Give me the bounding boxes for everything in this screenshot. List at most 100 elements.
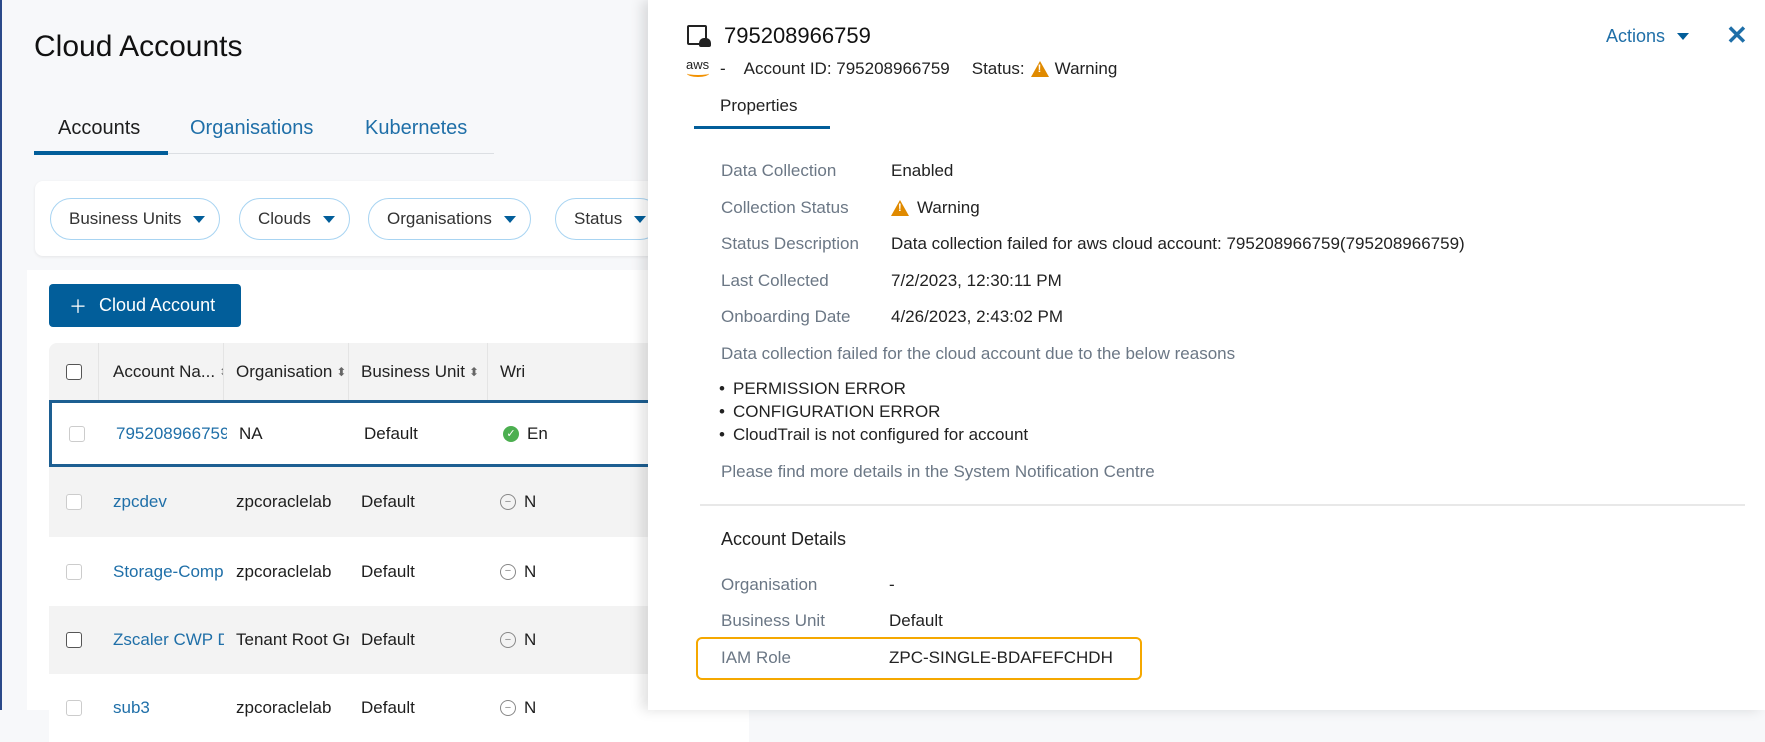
aws-logo-icon: aws xyxy=(686,57,710,77)
actions-dropdown[interactable]: Actions xyxy=(1606,26,1690,47)
business-unit-cell: Default xyxy=(361,561,415,581)
account-name-link[interactable]: Zscaler CWP Dev 2 xyxy=(99,630,224,650)
panel-subtitle: - Account ID: 795208966759 Status: Warni… xyxy=(720,59,1117,79)
tab-accounts[interactable]: Accounts xyxy=(58,117,140,140)
tab-kubernetes[interactable]: Kubernetes xyxy=(365,117,467,140)
account-name-link[interactable]: 795208966759 xyxy=(102,424,227,444)
notification-notice: Please find more details in the System N… xyxy=(721,462,1155,481)
filter-clouds[interactable]: Clouds xyxy=(239,198,350,240)
filter-organisations[interactable]: Organisations xyxy=(368,198,531,240)
property-value: 4/26/2023, 2:43:02 PM xyxy=(891,307,1064,326)
detail-label: Organisation xyxy=(721,575,818,594)
caret-down-icon xyxy=(1677,33,1690,40)
status-cell: N xyxy=(524,698,537,717)
property-label: Last Collected xyxy=(721,271,829,290)
filter-status[interactable]: Status xyxy=(555,198,662,240)
table-row[interactable]: Zscaler CWP Dev 2 Tenant Root Gr... Defa… xyxy=(49,606,749,674)
header-label: Wri xyxy=(500,361,526,381)
row-checkbox[interactable] xyxy=(66,494,82,510)
column-organisation[interactable]: Organisation ⬍ xyxy=(224,343,349,400)
filter-label: Organisations xyxy=(387,209,492,228)
active-tab-indicator xyxy=(34,151,168,155)
sort-icon[interactable]: ⬍ xyxy=(469,365,479,379)
status-cell: N xyxy=(524,492,537,511)
section-divider xyxy=(700,504,1745,506)
close-icon[interactable]: ✕ xyxy=(1726,20,1748,51)
minus-circle-icon: − xyxy=(500,563,516,580)
collection-status-value: Warning xyxy=(891,198,980,218)
status-cell: N xyxy=(524,630,537,649)
caret-down-icon xyxy=(503,215,516,223)
tab-properties[interactable]: Properties xyxy=(720,96,797,116)
select-all-checkbox[interactable] xyxy=(65,363,82,380)
active-tab-indicator xyxy=(694,126,830,129)
plus-icon: ＋ xyxy=(69,296,87,317)
filter-label: Clouds xyxy=(258,209,311,228)
header-label: Business Unit xyxy=(361,361,465,381)
organisation-cell: Tenant Root Gr... xyxy=(236,630,349,649)
warning-icon xyxy=(891,200,909,216)
row-checkbox[interactable] xyxy=(69,425,85,442)
panel-title: 795208966759 xyxy=(724,23,871,48)
caret-down-icon xyxy=(193,215,206,223)
organisation-cell: zpcoraclelab xyxy=(236,561,332,581)
organisation-cell: zpcoraclelab xyxy=(236,492,332,511)
caret-down-icon xyxy=(634,215,647,223)
property-value: Data collection failed for aws cloud acc… xyxy=(891,234,1465,253)
business-unit-cell: Default xyxy=(361,698,415,717)
table-row[interactable]: zpcdev zpcoraclelab Default − N xyxy=(49,467,749,537)
separator: - xyxy=(720,59,726,78)
table-row[interactable]: Storage-Compartn zpcoraclelab Default −N xyxy=(49,537,749,606)
account-name-link[interactable]: Storage-Compartn xyxy=(99,562,224,582)
property-value: Enabled xyxy=(891,161,954,180)
check-circle-icon: ✓ xyxy=(503,425,519,442)
minus-circle-icon: − xyxy=(500,494,516,510)
business-unit-cell: Default xyxy=(361,492,415,511)
iam-role-value: ZPC-SINGLE-BDAFEFCHDH xyxy=(889,648,1113,667)
property-value: 7/2/2023, 12:30:11 PM xyxy=(891,271,1062,290)
reason-item: CloudTrail is not configured for account xyxy=(719,425,1028,445)
account-name-link[interactable]: sub3 xyxy=(99,698,224,718)
account-name-link[interactable]: zpcdev xyxy=(99,492,224,512)
business-unit-cell: Default xyxy=(361,630,415,649)
column-account-name[interactable]: Account Na...⬍ xyxy=(99,343,224,400)
filter-label: Business Units xyxy=(69,209,182,228)
table-header: Account Na...⬍ Organisation⬍ Business Un… xyxy=(49,343,749,400)
left-border xyxy=(0,0,2,710)
cloud-account-icon xyxy=(687,25,711,47)
warning-icon xyxy=(1030,61,1049,77)
page-title: Cloud Accounts xyxy=(34,30,243,63)
reason-intro: Data collection failed for the cloud acc… xyxy=(721,344,1236,363)
property-label: Onboarding Date xyxy=(721,307,851,326)
row-checkbox[interactable] xyxy=(66,700,82,716)
actions-label: Actions xyxy=(1606,26,1666,46)
status-cell: En xyxy=(527,423,548,443)
organisation-cell: zpcoraclelab xyxy=(236,698,332,717)
status-cell: N xyxy=(524,561,537,581)
property-value: Warning xyxy=(917,198,980,217)
detail-label: Business Unit xyxy=(721,611,825,630)
organisation-cell: NA xyxy=(239,423,263,443)
account-details-heading: Account Details xyxy=(721,529,847,549)
table-row[interactable]: sub3 zpcoraclelab Default − N xyxy=(49,674,749,742)
header-label: Account Na... xyxy=(113,361,216,381)
property-label: Data Collection xyxy=(721,161,837,180)
status-label: Status: xyxy=(971,59,1025,78)
tab-organisations[interactable]: Organisations xyxy=(190,117,313,140)
account-id: Account ID: 795208966759 xyxy=(743,59,950,78)
reason-item: CONFIGURATION ERROR xyxy=(719,402,941,422)
button-label: Cloud Account xyxy=(99,295,216,315)
column-business-unit[interactable]: Business Unit ⬍ xyxy=(349,343,488,400)
table-row[interactable]: 795208966759 NA Default ✓ En xyxy=(49,400,749,467)
row-checkbox[interactable] xyxy=(66,563,82,580)
add-cloud-account-button[interactable]: ＋ Cloud Account xyxy=(49,284,241,327)
business-unit-cell: Default xyxy=(364,423,418,443)
minus-circle-icon: − xyxy=(500,700,516,716)
reason-item: PERMISSION ERROR xyxy=(719,379,906,399)
detail-label: IAM Role xyxy=(721,648,791,667)
sort-icon[interactable]: ⬍ xyxy=(336,365,346,379)
caret-down-icon xyxy=(322,215,335,223)
row-checkbox[interactable] xyxy=(66,632,82,648)
property-label: Collection Status xyxy=(721,198,849,217)
filter-business-units[interactable]: Business Units xyxy=(50,198,221,240)
